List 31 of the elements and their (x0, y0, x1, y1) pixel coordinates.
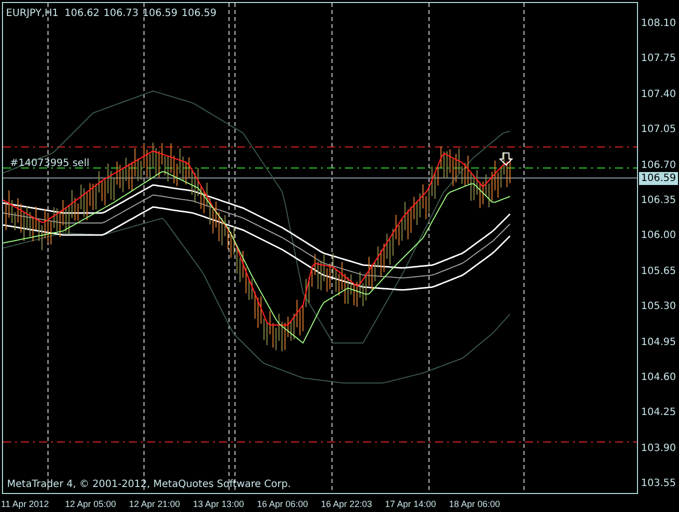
time-tick-label: 18 Apr 06:00 (449, 498, 502, 511)
order-label: #14073995 sell (10, 157, 90, 171)
down-arrow-icon (498, 152, 514, 166)
copyright-text: MetaTrader 4, © 2001-2012, MetaQuotes Software Corp. (7, 478, 291, 492)
quote-value: 106.73 (104, 7, 139, 21)
price-tick-label: 108.10 (641, 17, 676, 31)
time-tick-label: 17 Apr 14:00 (385, 498, 438, 511)
time-tick-label: 12 Apr 21:00 (129, 498, 182, 511)
price-tick-label: 106.35 (641, 194, 676, 208)
price-tick-label: 107.75 (641, 52, 676, 66)
symbol-label: EURJPY,H1 (6, 7, 59, 21)
time-tick-label: 13 Apr 13:00 (193, 498, 246, 511)
quote-value: 106.59 (142, 7, 178, 21)
price-tick-label: 104.95 (641, 336, 676, 350)
price-tick-label: 105.65 (641, 264, 676, 279)
time-tick-label: 11 Apr 2012 (1, 498, 50, 511)
price-tick-label: 107.05 (641, 123, 676, 138)
current-price-label: 106.59 (639, 172, 678, 185)
time-tick-label: 12 Apr 05:00 (65, 498, 118, 511)
price-tick-label: 106.70 (641, 158, 676, 173)
price-tick-label: 106.00 (641, 229, 676, 244)
price-tick-label: 103.55 (641, 477, 676, 492)
time-tick-label: 16 Apr 06:00 (257, 498, 310, 511)
quote-value: 106.62 (64, 7, 100, 21)
time-tick-label: 16 Apr 22:03 (321, 498, 374, 511)
price-tick-label: 104.60 (641, 370, 676, 385)
price-tick-label: 104.25 (641, 406, 676, 420)
price-tick-label: 107.40 (641, 88, 676, 102)
quote-value: 106.59 (182, 7, 217, 21)
price-tick-label: 103.90 (641, 442, 676, 456)
price-tick-label: 105.30 (641, 300, 676, 314)
